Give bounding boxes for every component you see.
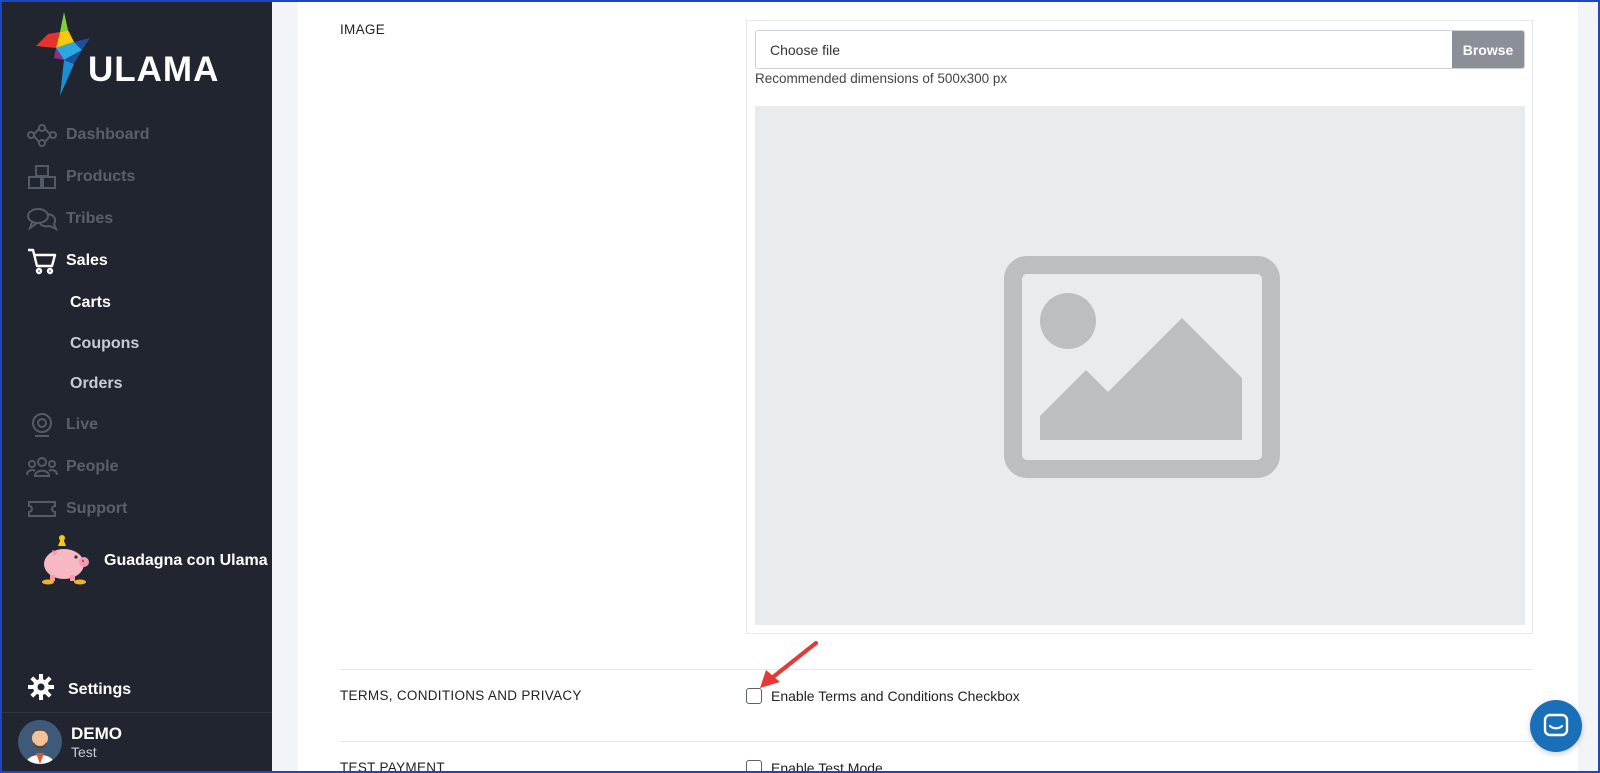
- sidebar-item-label: Sales: [66, 252, 108, 269]
- sidebar-item-live[interactable]: Live: [26, 410, 98, 440]
- sidebar-subitem-orders[interactable]: Orders: [70, 375, 122, 393]
- terms-checkbox-label[interactable]: Enable Terms and Conditions Checkbox: [771, 688, 1020, 704]
- earn-label: Guadagna con Ulama: [104, 551, 268, 569]
- terms-field-label: TERMS, CONDITIONS AND PRIVACY: [340, 688, 582, 703]
- sidebar: ULAMA Dashboard Products Tribes Sales Ca…: [0, 0, 272, 773]
- sidebar-item-dashboard[interactable]: Dashboard: [26, 120, 150, 150]
- sidebar-item-label: Products: [66, 168, 136, 185]
- sidebar-subitem-carts[interactable]: Carts: [70, 294, 111, 312]
- sidebar-item-people[interactable]: People: [26, 452, 118, 482]
- test-mode-checkbox-label[interactable]: Enable Test Mode: [771, 760, 883, 773]
- sidebar-divider: [0, 712, 272, 713]
- scrollbar-track[interactable]: [1583, 0, 1598, 773]
- boxes-icon: [26, 163, 58, 191]
- sidebar-subitem-coupons[interactable]: Coupons: [70, 335, 139, 353]
- chat-icon: [1543, 713, 1569, 737]
- sidebar-item-label: People: [66, 458, 119, 475]
- sidebar-item-products[interactable]: Products: [26, 162, 135, 192]
- user-name: DEMO: [71, 723, 122, 743]
- brand-name: ULAMA: [88, 50, 220, 89]
- browse-button[interactable]: Browse: [1452, 31, 1524, 68]
- sidebar-item-label: Dashboard: [66, 126, 150, 143]
- sidebar-item-settings[interactable]: Settings: [28, 674, 131, 705]
- test-payment-field-label: TEST PAYMENT: [340, 760, 445, 773]
- sidebar-item-label: Tribes: [66, 210, 114, 227]
- people-icon: [26, 453, 58, 481]
- webcam-icon: [26, 411, 58, 439]
- chat-bubbles-icon: [26, 205, 58, 233]
- cart-icon: [26, 247, 58, 275]
- divider: [340, 741, 1533, 742]
- piggy-bank-icon: [40, 530, 92, 591]
- image-placeholder-icon: [1004, 256, 1280, 478]
- file-input[interactable]: Choose file Browse: [755, 30, 1525, 69]
- sidebar-item-support[interactable]: Support: [26, 494, 127, 524]
- chat-launcher-button[interactable]: [1530, 700, 1582, 752]
- terms-checkbox[interactable]: [746, 688, 762, 704]
- bird-logo-icon: [36, 12, 90, 96]
- sidebar-item-tribes[interactable]: Tribes: [26, 204, 113, 234]
- image-field-label: IMAGE: [340, 22, 386, 37]
- earn-with-ulama-link[interactable]: Guadagna con Ulama: [28, 530, 268, 591]
- sidebar-item-label: Support: [66, 500, 128, 517]
- user-subtitle: Test: [71, 743, 97, 760]
- gear-icon: [28, 674, 54, 705]
- settings-label: Settings: [68, 680, 132, 698]
- sidebar-item-sales[interactable]: Sales: [26, 246, 108, 276]
- divider: [340, 669, 1533, 670]
- file-input-placeholder: Choose file: [770, 42, 841, 58]
- ticket-icon: [26, 495, 58, 523]
- sidebar-item-label: Live: [66, 416, 99, 433]
- avatar: [18, 720, 62, 764]
- network-icon: [26, 121, 58, 149]
- image-dimensions-hint: Recommended dimensions of 500x300 px: [755, 71, 1008, 86]
- user-profile[interactable]: DEMO Test: [18, 720, 122, 764]
- annotation-arrow-icon: [760, 641, 818, 688]
- test-mode-checkbox[interactable]: [746, 760, 762, 773]
